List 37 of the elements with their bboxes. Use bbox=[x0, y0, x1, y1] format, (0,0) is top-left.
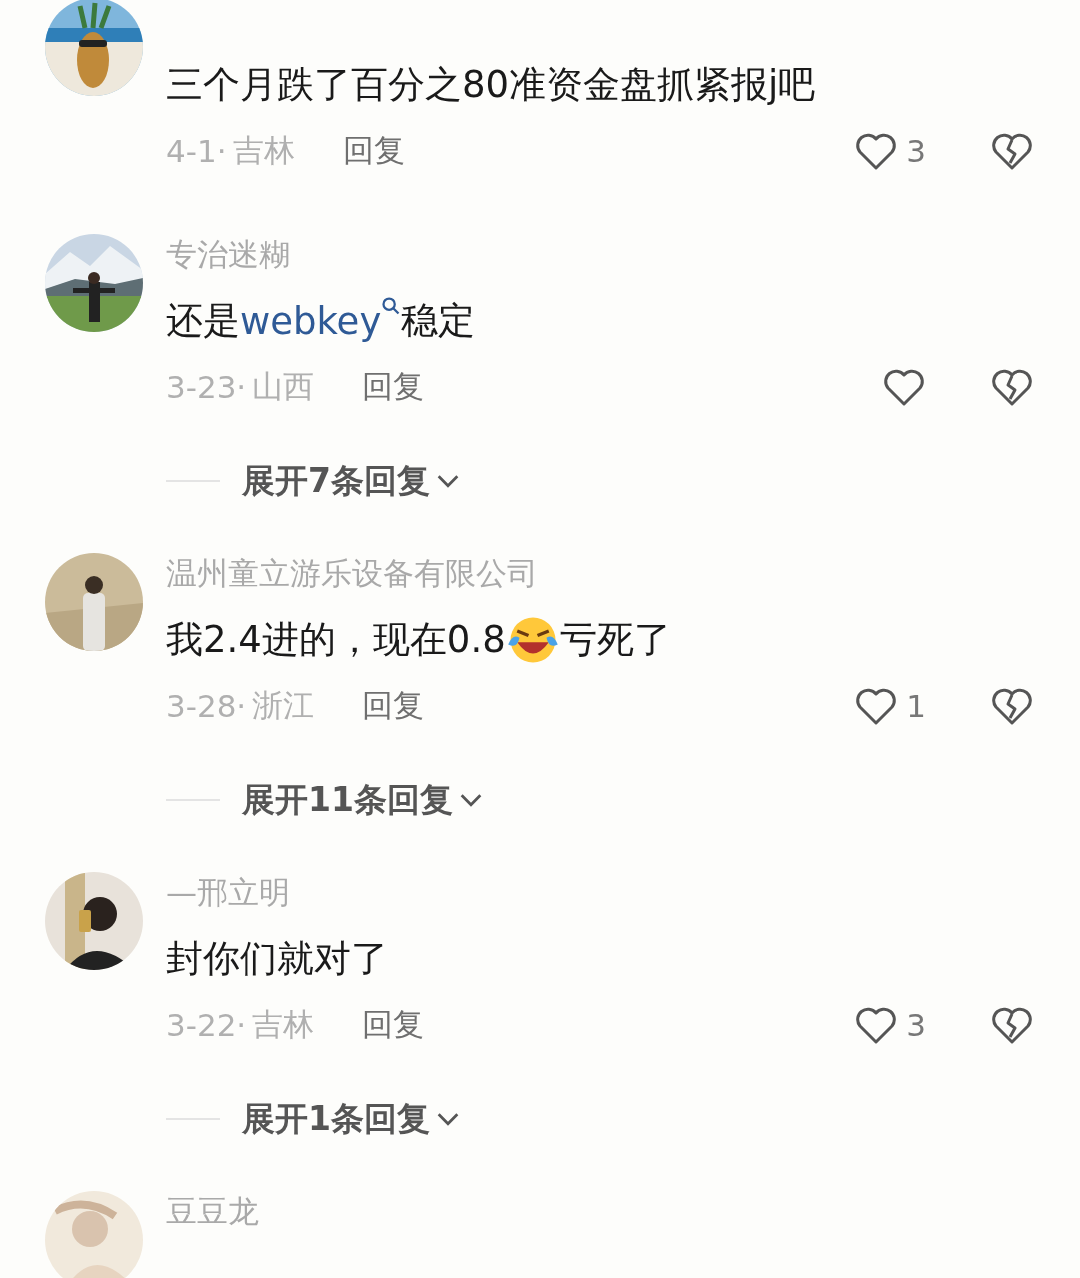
chevron-down-icon[interactable] bbox=[435, 1112, 460, 1126]
expand-replies-button[interactable]: 展开7条回复 bbox=[242, 458, 460, 504]
expand-replies-button[interactable]: 展开11条回复 bbox=[242, 777, 483, 823]
comment-text: 还是 bbox=[166, 298, 240, 344]
heart-icon[interactable] bbox=[882, 367, 926, 407]
comment-date: 3-28· bbox=[166, 688, 247, 724]
comment-text: 我2.4进的，现在0.8 bbox=[166, 617, 506, 663]
comment-location: 吉林 bbox=[232, 131, 295, 170]
comment-text: 封你们就对了 bbox=[166, 936, 388, 982]
comment-text: 稳定 bbox=[401, 298, 476, 344]
comment-location: 山西 bbox=[252, 367, 315, 406]
broken-heart-icon[interactable] bbox=[990, 686, 1034, 726]
like-count: 1 bbox=[906, 688, 926, 724]
comment-date: 4-1· bbox=[166, 133, 227, 169]
broken-heart-icon[interactable] bbox=[990, 1005, 1034, 1045]
reply-link[interactable]: 回复 bbox=[342, 130, 405, 172]
expand-replies-button[interactable]: 展开1条回复 bbox=[242, 1096, 460, 1142]
comment-text: 亏死了 bbox=[559, 617, 671, 663]
comment-location: 吉林 bbox=[252, 1005, 315, 1044]
comment-date: 3-23· bbox=[166, 369, 247, 405]
broken-heart-icon[interactable] bbox=[990, 131, 1034, 171]
reply-link[interactable]: 回复 bbox=[362, 366, 425, 408]
search-link[interactable]: webkey bbox=[240, 299, 402, 343]
heart-icon[interactable] bbox=[854, 131, 899, 171]
comment-date: 3-22· bbox=[166, 1007, 247, 1043]
like-count: 3 bbox=[906, 1007, 926, 1043]
reply-link[interactable]: 回复 bbox=[362, 1004, 425, 1046]
comment-text: 三个月跌了百分之80准资金盘抓紧报j吧 bbox=[166, 62, 816, 108]
comment-location: 浙江 bbox=[252, 686, 315, 725]
chevron-down-icon[interactable] bbox=[458, 793, 483, 807]
heart-icon[interactable] bbox=[854, 1005, 899, 1045]
chevron-down-icon[interactable] bbox=[435, 474, 460, 488]
heart-icon[interactable] bbox=[854, 686, 899, 726]
broken-heart-icon[interactable] bbox=[990, 367, 1034, 407]
reply-link[interactable]: 回复 bbox=[362, 685, 425, 727]
search-icon[interactable] bbox=[381, 295, 402, 316]
like-count: 3 bbox=[906, 133, 926, 169]
